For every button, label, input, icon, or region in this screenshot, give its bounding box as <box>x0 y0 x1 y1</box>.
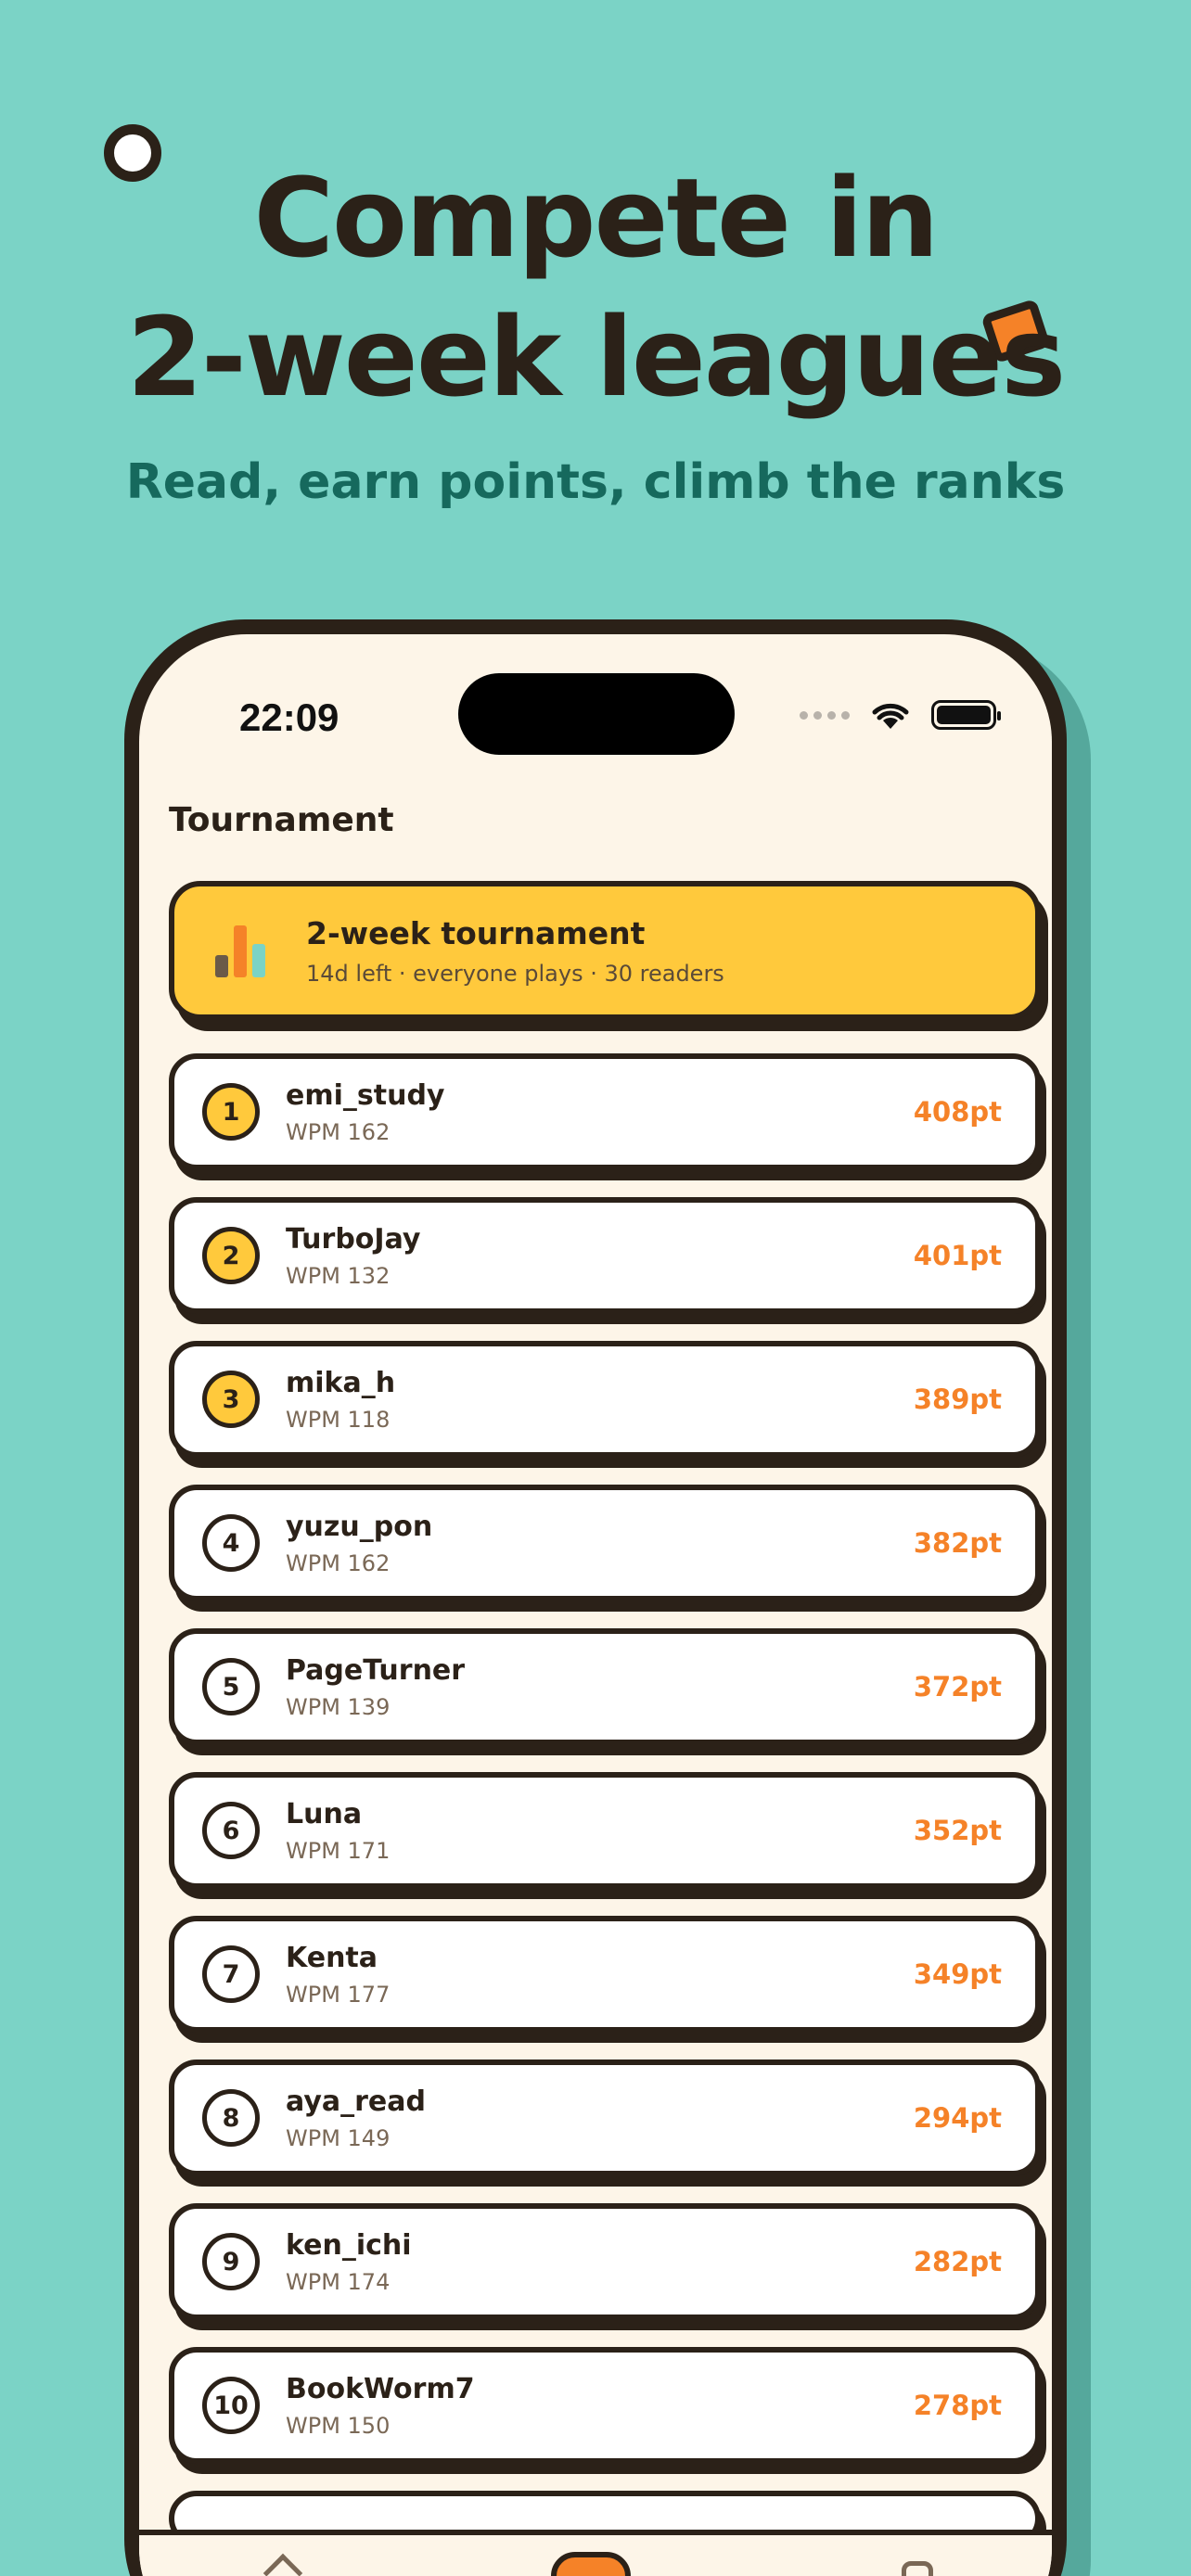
player-wpm: WPM 118 <box>286 1406 391 1433</box>
player-name: ken_ichi <box>286 2228 412 2262</box>
leaderboard-row[interactable]: 4 yuzu_pon WPM 162 382pt <box>169 1485 1041 1601</box>
tournament-icon[interactable] <box>551 2552 631 2576</box>
rank-badge: 4 <box>202 1514 260 1572</box>
player-points: 382pt <box>913 1527 1002 1559</box>
player-name: BookWorm7 <box>286 2372 475 2405</box>
player-points: 349pt <box>913 1958 1002 1990</box>
leaderboard-row[interactable]: 7 Kenta WPM 177 349pt <box>169 1916 1041 2033</box>
status-time: 22:09 <box>239 695 339 739</box>
player-name: TurboJay <box>286 1222 421 1256</box>
rank-badge: 9 <box>202 2233 260 2290</box>
rank-badge: 3 <box>202 1371 260 1428</box>
player-wpm: WPM 177 <box>286 1981 391 2008</box>
dynamic-island <box>458 673 735 755</box>
leaderboard-row[interactable]: 5 PageTurner WPM 139 372pt <box>169 1628 1041 1745</box>
cellular-signal-icon <box>800 710 850 720</box>
player-points: 408pt <box>913 1096 1002 1128</box>
player-name: PageTurner <box>286 1653 466 1687</box>
leaderboard-row[interactable]: 3 mika_h WPM 118 389pt <box>169 1341 1041 1458</box>
leaderboard-row[interactable]: 9 ken_ichi WPM 174 282pt <box>169 2203 1041 2320</box>
player-wpm: WPM 162 <box>286 1118 391 1145</box>
leaderboard-row[interactable]: 1 emi_study WPM 162 408pt <box>169 1053 1041 1170</box>
leaderboard-list: 1 emi_study WPM 162 408pt 2 TurboJay WPM 1… <box>169 1053 1041 2573</box>
leaderboard-row[interactable]: 8 aya_read WPM 149 294pt <box>169 2060 1041 2176</box>
leaderboard-row[interactable]: 2 TurboJay WPM 132 401pt <box>169 1197 1041 1314</box>
hero-title-line-1: Compete in <box>253 154 939 282</box>
player-wpm: WPM 139 <box>286 1693 391 1720</box>
player-wpm: WPM 132 <box>286 1262 391 1289</box>
rank-badge: 1 <box>202 1083 260 1141</box>
player-points: 401pt <box>913 1240 1002 1271</box>
rank-badge: 5 <box>202 1658 260 1715</box>
player-wpm: WPM 171 <box>286 1837 391 1864</box>
phone-frame: 22:09 Tournament 2-week tournament 14d l… <box>124 619 1067 2576</box>
player-points: 282pt <box>913 2246 1002 2277</box>
tournament-banner[interactable]: 2-week tournament 14d left · everyone pl… <box>169 881 1041 1020</box>
player-points: 389pt <box>913 1384 1002 1415</box>
hero-title-line-2: 2-week leagues <box>126 293 1067 421</box>
player-points: 294pt <box>913 2102 1002 2134</box>
rank-badge: 7 <box>202 1945 260 2003</box>
player-name: Kenta <box>286 1941 378 1974</box>
player-wpm: WPM 150 <box>286 2412 391 2439</box>
hero-title: Compete in 2-week leagues <box>0 148 1191 427</box>
player-name: yuzu_pon <box>286 1510 433 1543</box>
home-icon[interactable] <box>263 2553 303 2576</box>
leaderboard-row[interactable]: 10 BookWorm7 WPM 150 278pt <box>169 2347 1041 2464</box>
hero-subtitle: Read, earn points, climb the ranks <box>125 454 1066 510</box>
rank-badge: 6 <box>202 1802 260 1859</box>
player-wpm: WPM 149 <box>286 2124 391 2151</box>
rank-badge: 2 <box>202 1227 260 1284</box>
wifi-icon <box>872 703 909 729</box>
leaderboard-row[interactable]: 6 Luna WPM 171 352pt <box>169 1772 1041 1889</box>
player-name: aya_read <box>286 2085 426 2118</box>
tab-bar <box>139 2530 1052 2576</box>
battery-icon <box>931 700 1001 730</box>
player-points: 278pt <box>913 2390 1002 2421</box>
player-wpm: WPM 174 <box>286 2268 391 2295</box>
player-wpm: WPM 162 <box>286 1549 391 1576</box>
screen-title: Tournament <box>169 801 394 839</box>
player-name: Luna <box>286 1797 363 1830</box>
player-points: 352pt <box>913 1815 1002 1846</box>
banner-subtitle: 14d left · everyone plays · 30 readers <box>306 960 724 987</box>
player-points: 372pt <box>913 1671 1002 1702</box>
status-icons <box>800 699 1001 731</box>
rank-badge: 10 <box>202 2377 260 2434</box>
player-name: mika_h <box>286 1366 396 1399</box>
app-screen: 22:09 Tournament 2-week tournament 14d l… <box>139 634 1052 2576</box>
rank-badge: 8 <box>202 2089 260 2147</box>
player-name: emi_study <box>286 1078 445 1112</box>
profile-icon[interactable] <box>902 2561 933 2576</box>
banner-title: 2-week tournament <box>306 914 646 951</box>
bar-chart-icon <box>213 922 271 979</box>
